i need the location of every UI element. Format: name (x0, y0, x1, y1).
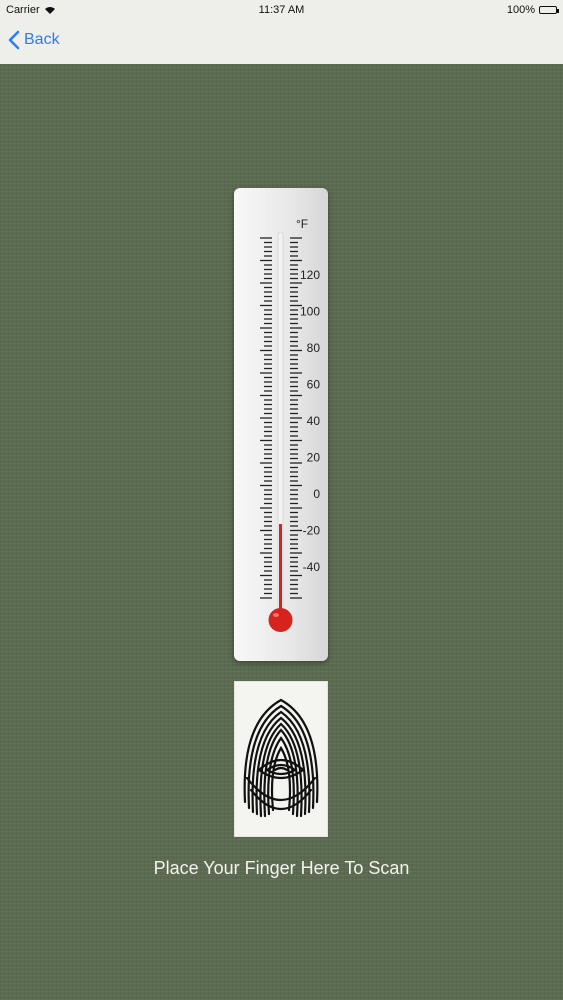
thermometer-graphic: °F 120 100 80 60 40 20 0 -20 -40 (260, 217, 320, 632)
fingerprint-scan-area[interactable] (234, 681, 328, 837)
scale-label: -20 (303, 524, 321, 538)
scale-labels: 120 100 80 60 40 20 0 -20 -40 (300, 268, 320, 574)
scale-label: 60 (307, 378, 321, 392)
bulb-highlight (273, 613, 279, 617)
scale-label: -40 (303, 560, 321, 574)
right-scale (290, 237, 302, 599)
scale-label: 0 (313, 487, 320, 501)
battery-percent: 100% (506, 4, 535, 16)
navigation-bar: Back (0, 22, 563, 65)
back-button[interactable]: Back (8, 30, 60, 50)
scan-instruction: Place Your Finger Here To Scan (153, 858, 410, 878)
back-label: Back (24, 31, 60, 48)
thermometer: °F 120 100 80 60 40 20 0 -20 -40 (234, 188, 328, 661)
status-bar: Carrier 11:37 AM 100% (0, 0, 563, 22)
status-time: 11:37 AM (258, 4, 305, 16)
scale-label: 100 (300, 305, 320, 319)
status-right: 100% (506, 4, 559, 16)
thermometer-unit: °F (296, 217, 308, 231)
thermometer-bulb (268, 608, 293, 632)
scale-label: 40 (307, 414, 321, 428)
mercury-column (279, 524, 282, 612)
scale-label: 120 (300, 268, 320, 282)
fingerprint-icon (243, 698, 319, 818)
battery-icon (539, 6, 559, 14)
chevron-left-icon (8, 30, 20, 50)
scale-label: 80 (307, 341, 321, 355)
left-scale (260, 237, 272, 599)
scale-label: 20 (307, 451, 321, 465)
